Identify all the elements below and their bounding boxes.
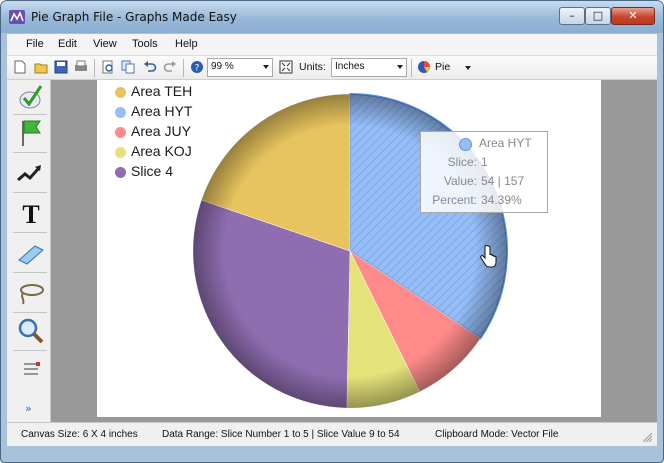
lasso-icon[interactable]: [16, 278, 46, 308]
redo-icon[interactable]: [163, 60, 177, 74]
toolbar-separator: [183, 59, 184, 77]
tooltip-row: Slice: 1: [421, 155, 549, 171]
chart-type-label[interactable]: Pie: [435, 61, 450, 73]
tooltip-value: 54 | 157: [481, 174, 525, 188]
tool-separator: [13, 350, 47, 351]
window-title: Pie Graph File - Graphs Made Easy: [31, 10, 237, 24]
zoom-value: 99 %: [211, 61, 234, 72]
data-range-status: Data Range: Slice Number 1 to 5 | Slice …: [162, 429, 400, 440]
chevron-down-icon[interactable]: [465, 66, 471, 70]
legend-swatch: [115, 147, 126, 158]
svg-text:?: ?: [195, 64, 200, 74]
list-icon[interactable]: [16, 356, 46, 386]
copy-icon[interactable]: [121, 60, 135, 74]
svg-text:T: T: [22, 200, 39, 227]
trend-line-icon[interactable]: [16, 158, 46, 188]
help-icon[interactable]: ?: [190, 60, 204, 74]
save-icon[interactable]: [54, 60, 68, 74]
tooltip-title: Area HYT: [479, 136, 532, 150]
units-select[interactable]: Inches: [331, 58, 407, 77]
close-button[interactable]: ✕: [611, 7, 655, 25]
clipboard-mode-status: Clipboard Mode: Vector File: [435, 429, 559, 440]
magnifier-icon[interactable]: [16, 316, 46, 346]
tooltip-value: 1: [481, 155, 488, 169]
app-window: Pie Graph File - Graphs Made Easy – □ ✕ …: [0, 0, 664, 463]
resize-grip-icon[interactable]: [643, 433, 653, 443]
toolbar: ? 99 % Units: Inches Pie: [7, 56, 657, 80]
tool-palette: T »: [7, 80, 51, 422]
eraser-icon[interactable]: [16, 238, 46, 268]
menu-view[interactable]: View: [93, 38, 117, 50]
slice-tooltip: Area HYT Slice: 1 Value: 54 | 157 Percen…: [420, 131, 548, 213]
new-icon[interactable]: [13, 60, 27, 74]
title-bar[interactable]: Pie Graph File - Graphs Made Easy – □ ✕: [1, 1, 663, 33]
tooltip-row: Value: 54 | 157: [421, 174, 549, 190]
menu-bar: File Edit View Tools Help: [7, 34, 657, 56]
tool-separator: [13, 152, 47, 153]
units-label: Units:: [299, 61, 326, 73]
chart-canvas[interactable]: Area TEH Area HYT Area JUY Area KOJ Slic…: [97, 80, 601, 417]
print-icon[interactable]: [74, 60, 88, 74]
text-tool-icon[interactable]: T: [16, 197, 46, 227]
legend-label: Area TEH: [131, 83, 193, 99]
tooltip-key: Percent:: [432, 193, 477, 207]
units-value: Inches: [335, 61, 365, 72]
legend-label: Area JUY: [131, 123, 191, 139]
app-logo-icon: [9, 10, 25, 24]
menu-edit[interactable]: Edit: [58, 38, 77, 50]
legend-label: Area HYT: [131, 103, 193, 119]
chevron-down-icon: [263, 65, 269, 69]
menu-file[interactable]: File: [26, 38, 44, 50]
legend-label: Area KOJ: [131, 143, 192, 159]
toolbar-separator: [94, 59, 95, 77]
tool-separator: [13, 272, 47, 273]
tool-separator: [13, 192, 47, 193]
flag-icon[interactable]: [16, 118, 46, 148]
tooltip-value: 34.39%: [481, 193, 522, 207]
zoom-select[interactable]: 99 %: [207, 58, 273, 77]
tooltip-key: Value:: [443, 174, 477, 188]
select-check-icon[interactable]: [16, 82, 46, 112]
tool-separator: [13, 312, 47, 313]
print-preview-icon[interactable]: [101, 60, 115, 74]
chevron-down-icon: [397, 65, 403, 69]
canvas-size-status: Canvas Size: 6 X 4 inches: [21, 429, 138, 440]
minimize-button[interactable]: –: [559, 7, 585, 25]
menu-help[interactable]: Help: [175, 38, 198, 50]
tooltip-key: Slice:: [447, 155, 477, 169]
undo-icon[interactable]: [143, 60, 157, 74]
hand-cursor-icon: [480, 245, 497, 268]
tool-separator: [13, 232, 47, 233]
status-bar: Canvas Size: 6 X 4 inches Data Range: Sl…: [7, 422, 657, 446]
tool-separator: [13, 114, 47, 115]
pie-type-icon[interactable]: [417, 60, 431, 74]
legend-label: Slice 4: [131, 163, 174, 179]
toolbar-separator: [411, 59, 412, 77]
legend-swatch: [115, 127, 126, 138]
open-icon[interactable]: [34, 60, 48, 74]
menu-tools[interactable]: Tools: [132, 38, 158, 50]
legend-swatch: [115, 167, 126, 178]
canvas-scroll-area: Area TEH Area HYT Area JUY Area KOJ Slic…: [51, 80, 657, 422]
legend-swatch: [115, 107, 126, 118]
tooltip-swatch: [459, 138, 472, 151]
maximize-button[interactable]: □: [585, 7, 611, 25]
legend-swatch: [115, 87, 126, 98]
fit-icon[interactable]: [279, 60, 293, 74]
tooltip-row: Percent: 34.39%: [421, 193, 549, 209]
expand-tools-button[interactable]: »: [25, 402, 32, 415]
